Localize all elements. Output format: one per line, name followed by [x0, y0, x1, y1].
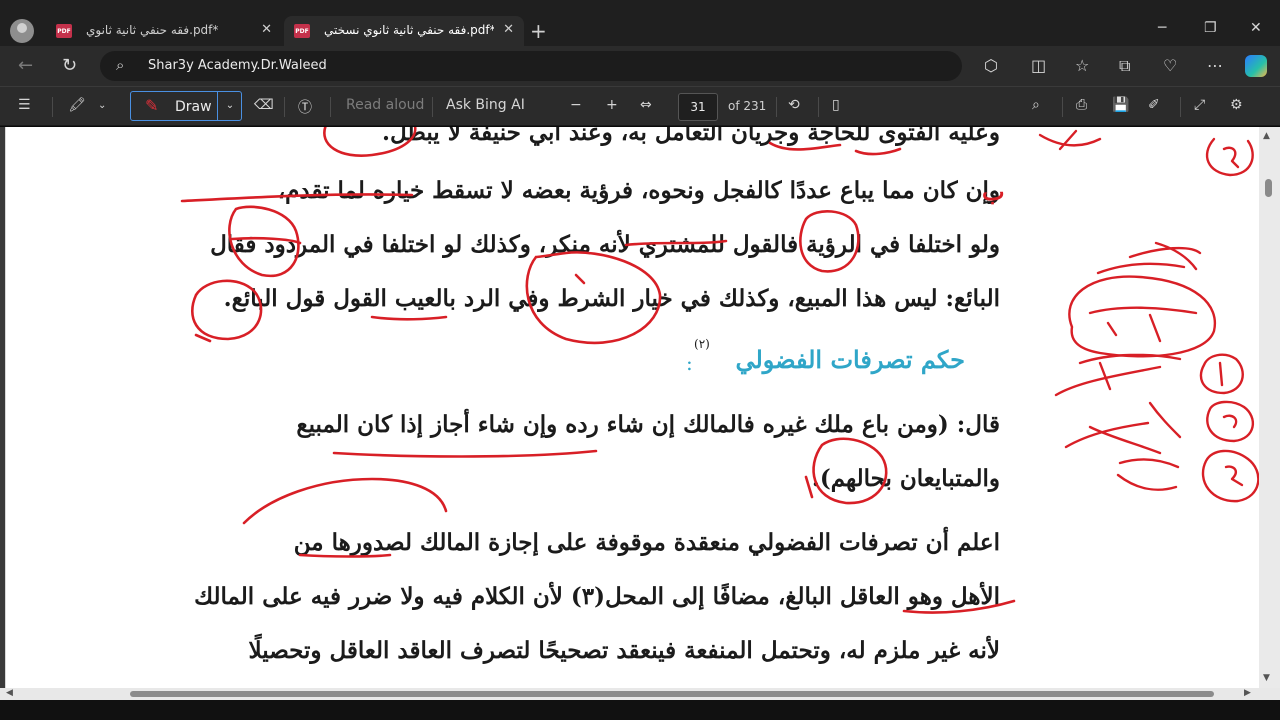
- tab-inactive[interactable]: PDF فقه حنفي ثانية ثانوي.pdf* ✕: [46, 16, 282, 46]
- fit-width-icon[interactable]: ⇔: [640, 97, 652, 113]
- save-as-icon[interactable]: ✐: [1148, 97, 1160, 113]
- split-screen-icon[interactable]: ◫: [1031, 56, 1046, 75]
- draw-button[interactable]: ✎ Draw ⌄: [130, 91, 242, 121]
- tab-title: فقه حنفي ثانية ثانوي نسختي.pdf*: [324, 23, 494, 37]
- settings-gear-icon[interactable]: ⚙: [1230, 97, 1243, 113]
- margin-notes: [1038, 129, 1259, 503]
- pdf-icon: PDF: [56, 24, 72, 38]
- eraser-icon[interactable]: ⌫: [254, 97, 274, 113]
- draw-label: Draw: [175, 99, 212, 115]
- tab-active[interactable]: PDF فقه حنفي ثانية ثانوي نسختي.pdf* ✕: [284, 16, 524, 46]
- tab-strip: PDF فقه حنفي ثانية ثانوي.pdf* ✕ PDF فقه …: [0, 0, 1280, 46]
- new-tab-button[interactable]: +: [530, 19, 547, 43]
- fullscreen-icon[interactable]: ⤢: [1194, 97, 1205, 113]
- draw-options-dropdown[interactable]: ⌄: [217, 92, 242, 120]
- horizontal-scrollbar-area: ◀ ▶: [0, 688, 1280, 720]
- pdf-page: وعليه الفتوى للحاجة وجريان التعامل به، و…: [0, 127, 1280, 688]
- pdf-icon: PDF: [294, 24, 310, 38]
- copilot-icon[interactable]: [1245, 55, 1267, 77]
- rotate-icon[interactable]: ⟲: [788, 97, 800, 113]
- pdf-toolbar: ☰ 🖍 ⌄ ✎ Draw ⌄ ⌫ Ⓣ Read aloud Ask Bing A…: [0, 86, 1280, 126]
- scroll-up-icon[interactable]: ▲: [1263, 131, 1270, 141]
- browser-essentials-icon[interactable]: ♡: [1163, 56, 1177, 75]
- horizontal-scrollbar[interactable]: ◀ ▶: [0, 688, 1280, 700]
- zoom-out-icon[interactable]: −: [570, 97, 582, 113]
- search-icon: ⌕: [116, 56, 125, 74]
- close-tab-icon[interactable]: ✕: [503, 22, 514, 37]
- more-menu-icon[interactable]: ⋯: [1207, 56, 1223, 75]
- collections-icon[interactable]: ⧉: [1119, 56, 1130, 76]
- highlight-icon[interactable]: 🖍: [68, 97, 86, 113]
- zoom-in-icon[interactable]: +: [606, 97, 618, 113]
- page-number-input[interactable]: 31: [678, 93, 718, 121]
- scroll-left-icon[interactable]: ◀: [6, 688, 13, 698]
- print-icon[interactable]: ⎙: [1076, 97, 1087, 113]
- back-icon[interactable]: ←: [18, 55, 33, 76]
- contents-icon[interactable]: ☰: [18, 97, 31, 113]
- horizontal-scroll-thumb[interactable]: [130, 691, 1214, 697]
- restore-icon[interactable]: ❐: [1204, 20, 1217, 36]
- tab-title: فقه حنفي ثانية ثانوي.pdf*: [86, 23, 219, 37]
- find-icon[interactable]: ⌕: [1032, 97, 1040, 113]
- scroll-down-icon[interactable]: ▼: [1263, 673, 1270, 683]
- highlight-dropdown-icon[interactable]: ⌄: [98, 100, 106, 111]
- reload-icon[interactable]: ↻: [62, 55, 77, 76]
- save-icon[interactable]: 💾: [1112, 97, 1129, 113]
- favorites-icon[interactable]: ☆: [1075, 56, 1089, 75]
- extensions-icon[interactable]: ⬡: [984, 56, 998, 75]
- address-text[interactable]: Shar3y Academy.Dr.Waleed: [148, 58, 327, 73]
- text-box-icon[interactable]: Ⓣ: [298, 97, 312, 117]
- address-bar[interactable]: ⌕ Shar3y Academy.Dr.Waleed: [100, 51, 962, 81]
- page-count: of 231: [728, 99, 767, 113]
- vertical-scrollbar[interactable]: ▲ ▼: [1259, 127, 1280, 688]
- close-tab-icon[interactable]: ✕: [261, 22, 272, 37]
- profile-avatar-icon[interactable]: [10, 19, 34, 43]
- page-view-icon[interactable]: ▯: [832, 97, 840, 113]
- minimize-icon[interactable]: ─: [1158, 20, 1166, 36]
- scroll-right-icon[interactable]: ▶: [1244, 688, 1251, 698]
- vertical-scroll-thumb[interactable]: [1265, 179, 1272, 197]
- address-row: ← ↻ ⌕ Shar3y Academy.Dr.Waleed ⬡ ◫ ☆ ⧉ ♡…: [0, 46, 1280, 86]
- ask-bing-button[interactable]: Ask Bing AI: [446, 97, 525, 113]
- pen-icon: ✎: [145, 96, 159, 115]
- window-close-icon[interactable]: ✕: [1250, 20, 1262, 36]
- read-aloud-button[interactable]: Read aloud: [346, 97, 424, 113]
